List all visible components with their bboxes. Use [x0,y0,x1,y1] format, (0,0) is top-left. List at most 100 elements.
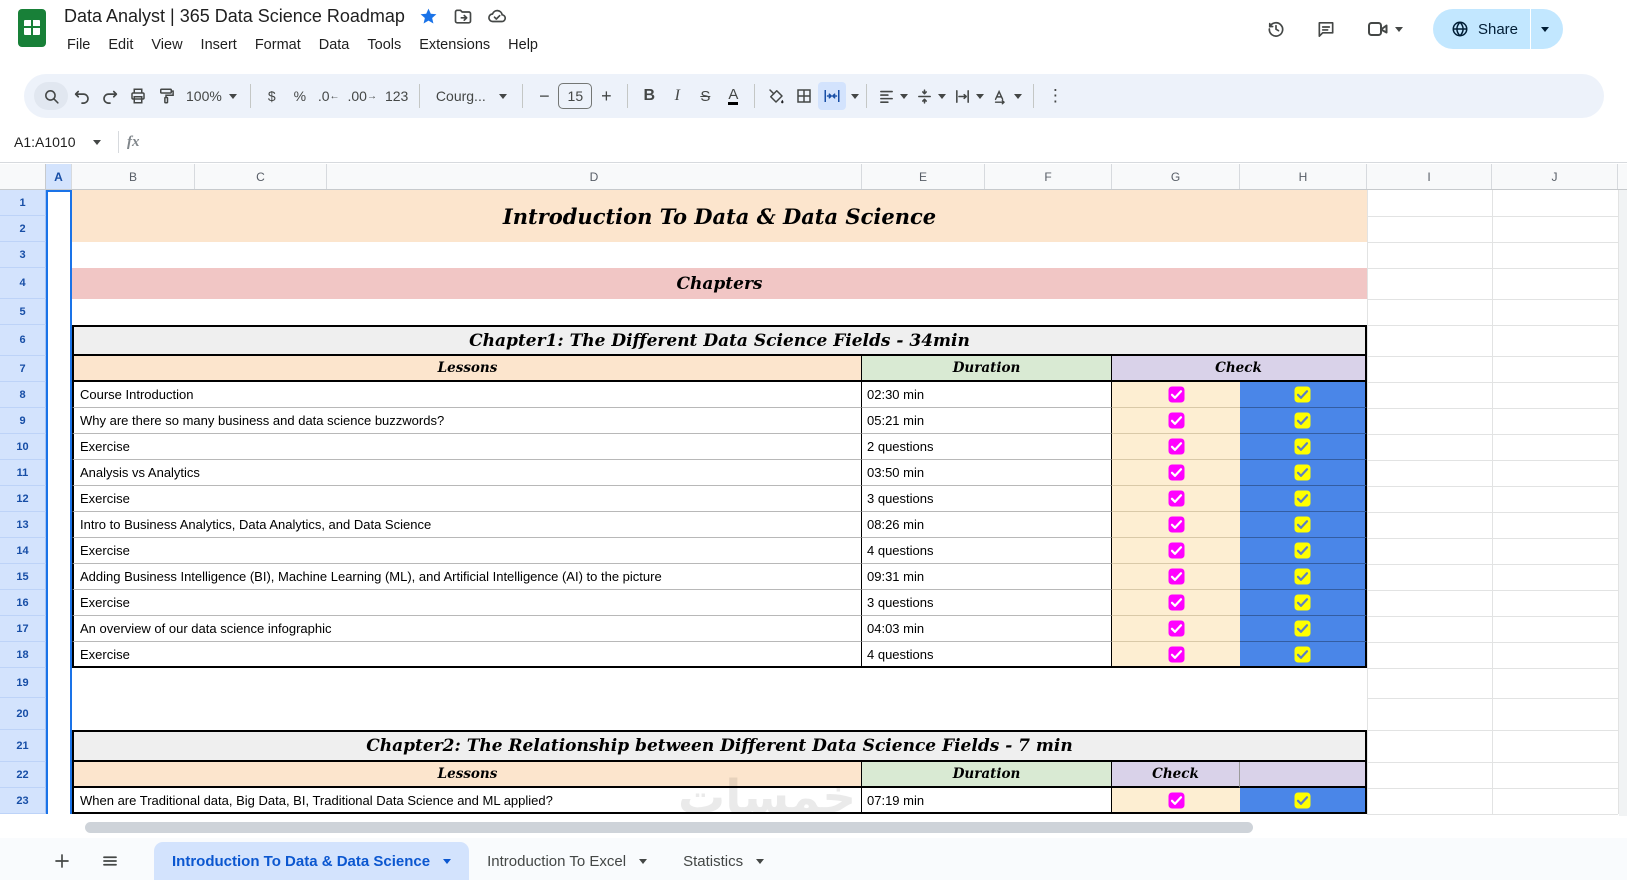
text-wrapping-button[interactable] [950,82,988,110]
column-header-i[interactable]: I [1367,164,1492,189]
version-history-icon[interactable] [1266,19,1286,39]
checkbox-checked-yellow[interactable] [1294,386,1311,403]
menu-item-edit[interactable]: Edit [99,34,142,56]
row-header-9[interactable]: 9 [0,408,46,434]
row-header-10[interactable]: 10 [0,434,46,460]
column-header-h[interactable]: H [1240,164,1367,189]
checkbox-checked-magenta[interactable] [1168,792,1185,809]
fill-color-button[interactable] [762,82,790,110]
duration-cell[interactable]: 4 questions [862,642,1112,668]
row-header-3[interactable]: 3 [0,242,46,268]
cloud-status-icon[interactable] [487,7,507,27]
checkbox-checked-yellow[interactable] [1294,568,1311,585]
check-cell-secondary[interactable] [1240,590,1367,616]
more-toolbar-button[interactable]: ⋮ [1041,82,1069,110]
row-header-17[interactable]: 17 [0,616,46,642]
checkbox-checked-magenta[interactable] [1168,542,1185,559]
paint-format-button[interactable] [152,82,180,110]
duration-cell[interactable]: 03:50 min [862,460,1112,486]
row-header-4[interactable]: 4 [0,268,46,299]
row-header-11[interactable]: 11 [0,460,46,486]
check-cell-secondary[interactable] [1240,538,1367,564]
course-title-banner[interactable]: Introduction To Data & Data Science [72,190,1367,242]
font-size-input[interactable]: 15 [558,83,593,109]
decrease-decimal-button[interactable]: .0 ← [314,82,344,110]
check-cell-secondary[interactable] [1240,486,1367,512]
undo-button[interactable] [68,82,96,110]
checkbox-checked-magenta[interactable] [1168,464,1185,481]
merge-caret-icon[interactable] [851,93,860,99]
checkbox-checked-magenta[interactable] [1168,620,1185,637]
duration-cell[interactable]: 05:21 min [862,408,1112,434]
text-color-button[interactable]: A [719,82,747,110]
duration-cell[interactable]: 02:30 min [862,382,1112,408]
sheet-tab-statistics[interactable]: Statistics [665,842,782,880]
checkbox-checked-yellow[interactable] [1294,490,1311,507]
menu-item-view[interactable]: View [142,34,191,56]
star-icon[interactable] [419,7,439,27]
check-cell-primary[interactable] [1112,512,1240,538]
search-icon[interactable] [34,82,68,110]
menu-item-insert[interactable]: Insert [192,34,246,56]
column-header-e[interactable]: E [862,164,985,189]
column-header-g[interactable]: G [1112,164,1240,189]
doc-title[interactable]: Data Analyst | 365 Data Science Roadmap [64,6,405,27]
print-button[interactable] [124,82,152,110]
duration-cell[interactable]: 08:26 min [862,512,1112,538]
checkbox-checked-yellow[interactable] [1294,646,1311,663]
row-header-5[interactable]: 5 [0,299,46,325]
name-box[interactable]: A1:A1010 [0,134,110,150]
duration-cell[interactable]: 07:19 min [862,788,1112,814]
checkbox-checked-yellow[interactable] [1294,438,1311,455]
column-header-c[interactable]: C [195,164,327,189]
zoom-select[interactable]: 100% [180,82,243,110]
row-header-1[interactable]: 1 [0,190,46,216]
format-percent-button[interactable]: % [286,82,314,110]
italic-button[interactable]: I [663,82,691,110]
check-cell-primary[interactable] [1112,616,1240,642]
lesson-cell[interactable]: Exercise [72,642,862,668]
checkbox-checked-yellow[interactable] [1294,792,1311,809]
lesson-cell[interactable]: Exercise [72,538,862,564]
menu-item-data[interactable]: Data [310,34,359,56]
check-cell-secondary[interactable] [1240,616,1367,642]
menu-item-help[interactable]: Help [499,34,547,56]
borders-button[interactable] [790,82,818,110]
check-cell-primary[interactable] [1112,408,1240,434]
duration-cell[interactable]: 2 questions [862,434,1112,460]
check-cell-primary[interactable] [1112,382,1240,408]
duration-cell[interactable]: 04:03 min [862,616,1112,642]
checkbox-checked-magenta[interactable] [1168,438,1185,455]
move-folder-icon[interactable] [453,7,473,27]
chapter1-title-band[interactable]: Chapter1: The Different Data Science Fie… [72,325,1367,356]
sheet-tab-caret-icon[interactable] [756,858,765,864]
all-sheets-button[interactable] [100,851,120,871]
spreadsheet-grid[interactable]: ABCDEFGHIJ 1 2 3 4 5 6 7 8 9 10 11 12 13 14 15 16 17 18 19… [0,164,1627,816]
lesson-cell[interactable]: Exercise [72,434,862,460]
lesson-cell[interactable]: Exercise [72,486,862,512]
duration-cell[interactable]: 4 questions [862,538,1112,564]
sheets-logo[interactable] [18,9,46,47]
select-all-corner[interactable] [0,164,46,189]
lesson-cell[interactable]: Analysis vs Analytics [72,460,862,486]
row-header-21[interactable]: 21 [0,730,46,762]
meet-button[interactable] [1366,17,1403,41]
menu-item-tools[interactable]: Tools [358,34,410,56]
checkbox-checked-magenta[interactable] [1168,412,1185,429]
check-cell-secondary[interactable] [1240,788,1367,814]
check-cell-primary[interactable] [1112,788,1240,814]
lesson-cell[interactable]: When are Traditional data, Big Data, BI,… [72,788,862,814]
sheet-tab-introduction-to-data-data-science[interactable]: Introduction To Data & Data Science [154,842,470,880]
check-cell-secondary[interactable] [1240,408,1367,434]
sheet-tab-caret-icon[interactable] [443,858,452,864]
checkbox-checked-yellow[interactable] [1294,464,1311,481]
chapters-banner[interactable]: Chapters [72,268,1367,299]
lesson-cell[interactable]: An overview of our data science infograp… [72,616,862,642]
sheet-tab-introduction-to-excel[interactable]: Introduction To Excel [469,842,665,880]
column-header-j[interactable]: J [1492,164,1618,189]
check-cell-primary[interactable] [1112,434,1240,460]
checkbox-checked-magenta[interactable] [1168,490,1185,507]
duration-cell[interactable]: 3 questions [862,486,1112,512]
row-header-6[interactable]: 6 [0,325,46,356]
row-header-16[interactable]: 16 [0,590,46,616]
